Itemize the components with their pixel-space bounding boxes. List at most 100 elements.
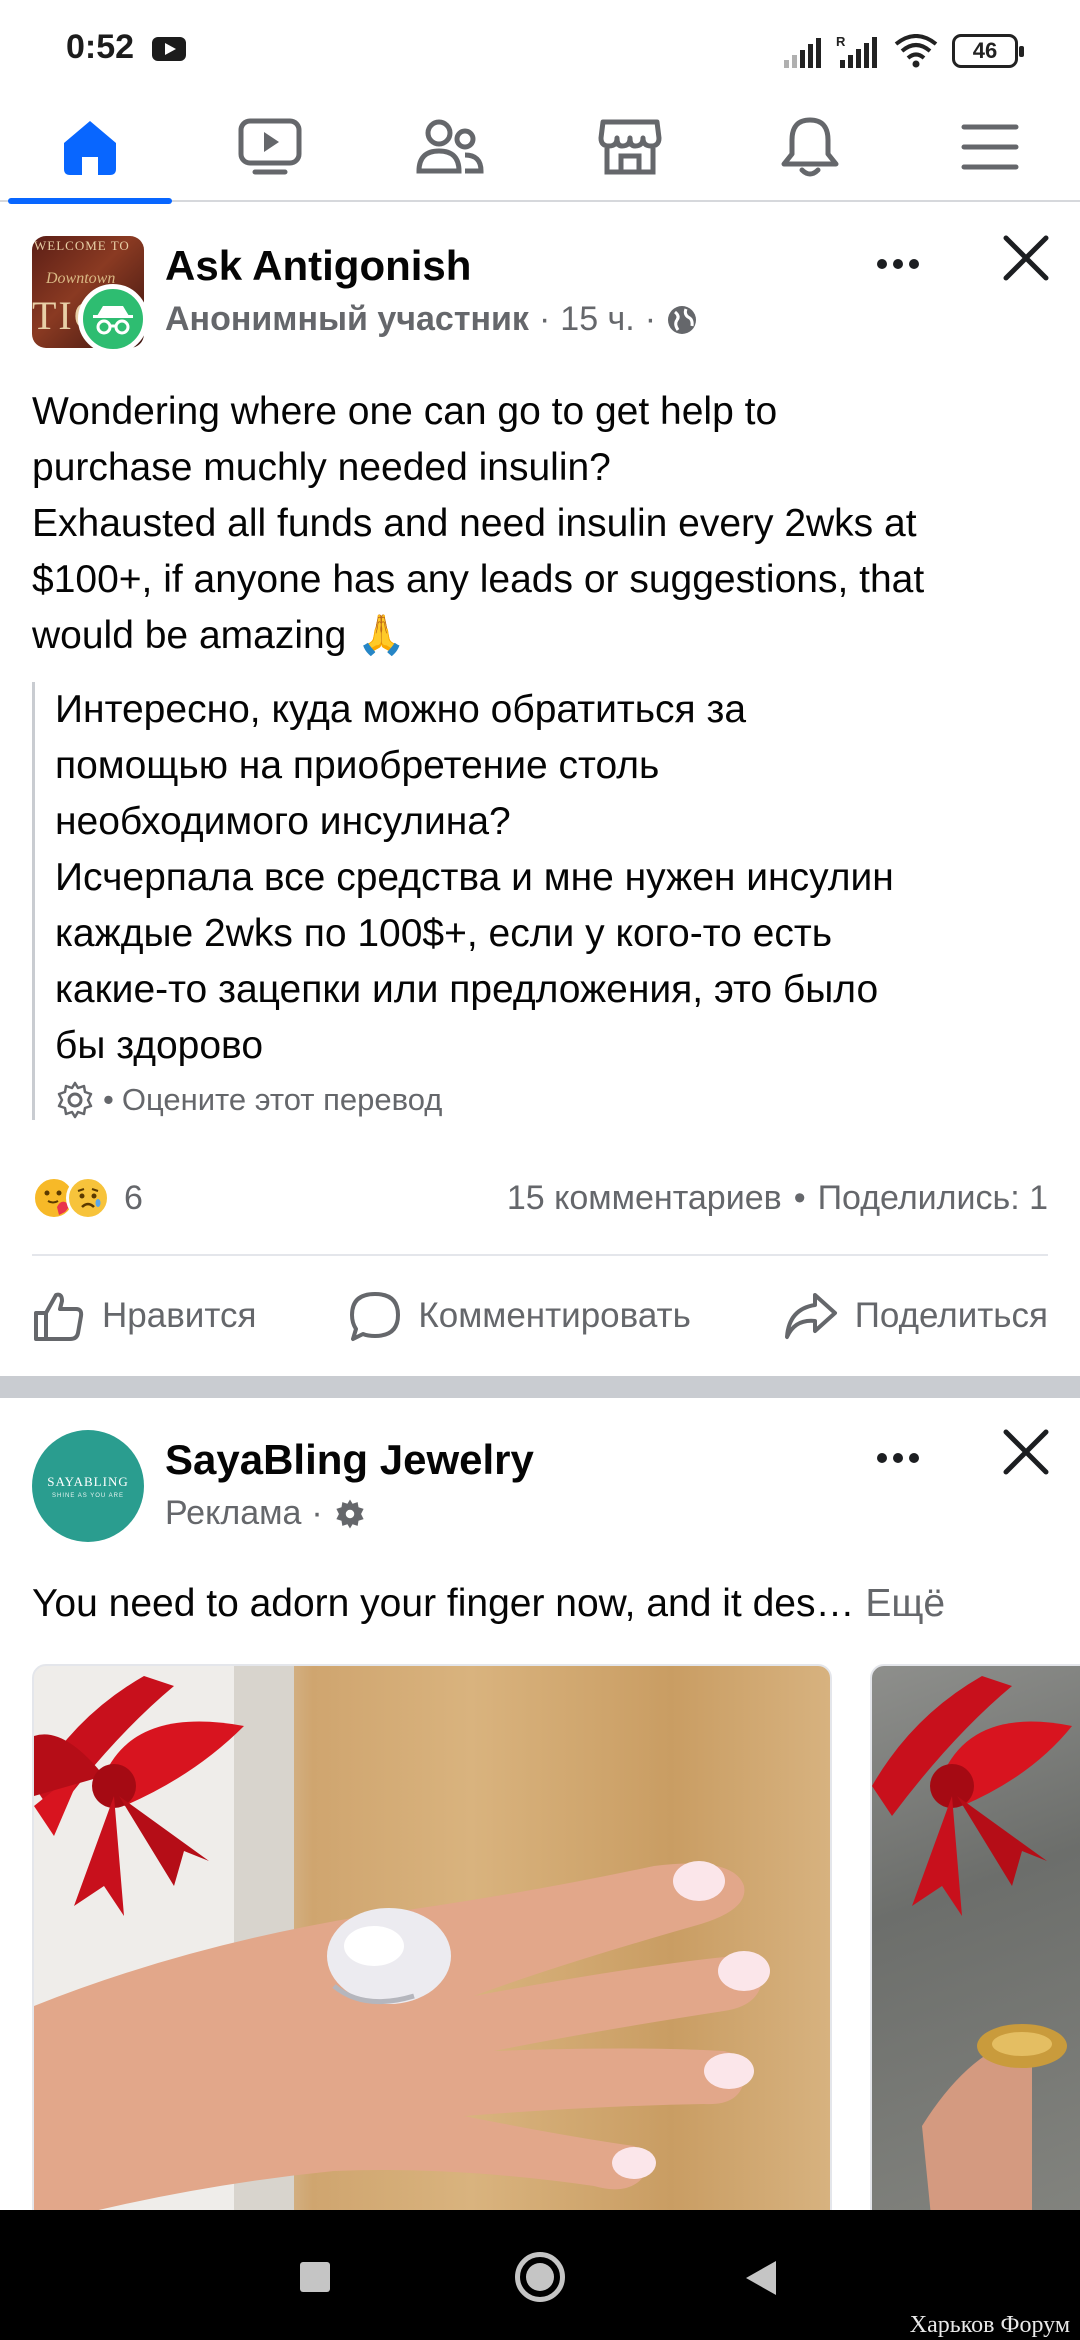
post-text-line: purchase muchly needed insulin? bbox=[32, 446, 611, 489]
see-more-link[interactable]: Ещё bbox=[865, 1582, 945, 1625]
translation-line: необходимого инсулина? bbox=[55, 800, 511, 843]
post-options-button[interactable] bbox=[868, 1438, 928, 1478]
share-button[interactable]: Поделиться bbox=[783, 1291, 1048, 1341]
battery-icon: 46 bbox=[952, 34, 1024, 68]
share-icon bbox=[784, 1293, 837, 1339]
dot bbox=[909, 259, 919, 269]
feed-post: WELCOME TO Downtown TIG Ask Antigonish А… bbox=[0, 235, 1080, 1366]
svg-text:R: R bbox=[836, 34, 846, 49]
translation-block: Интересно, куда можно обратиться за помо… bbox=[32, 682, 1052, 1120]
post-author[interactable]: Анонимный участник bbox=[165, 300, 529, 339]
feed-separator bbox=[0, 1376, 1080, 1398]
group-name[interactable]: Ask Antigonish bbox=[165, 242, 471, 290]
post-text: Wondering where one can go to get help t… bbox=[32, 384, 1052, 664]
ad-body: You need to adorn your finger now, and i… bbox=[32, 1582, 855, 1625]
dot bbox=[893, 1453, 903, 1463]
page-avatar[interactable]: SAYABLING SHINE AS YOU ARE bbox=[32, 1430, 144, 1542]
rate-bullet: • bbox=[103, 1082, 114, 1117]
gear-icon bbox=[336, 1499, 364, 1528]
like-label: Нравится bbox=[102, 1296, 257, 1335]
divider bbox=[32, 1254, 1048, 1256]
post-options-button[interactable] bbox=[868, 244, 928, 284]
ad-text: You need to adorn your finger now, and i… bbox=[32, 1582, 945, 1626]
reactions-summary: 6 15 комментариев • Поделились: 1 bbox=[32, 1168, 1048, 1228]
status-time: 0:52 bbox=[66, 28, 135, 66]
like-icon bbox=[34, 1292, 84, 1341]
video-icon bbox=[238, 118, 302, 175]
post-text-line: Wondering where one can go to get help t… bbox=[32, 390, 778, 433]
home-icon bbox=[64, 121, 116, 175]
comment-icon bbox=[350, 1292, 401, 1341]
home-button[interactable] bbox=[515, 2252, 565, 2302]
incognito-icon bbox=[93, 306, 133, 335]
youtube-icon bbox=[152, 37, 186, 61]
hide-post-button[interactable] bbox=[998, 1424, 1054, 1480]
page-name[interactable]: SayaBling Jewelry bbox=[165, 1436, 534, 1484]
carousel-card[interactable] bbox=[32, 1664, 832, 2224]
engagement-stats: 15 комментариев • Поделились: 1 bbox=[507, 1179, 1048, 1218]
product-image bbox=[34, 1666, 770, 2222]
gear-icon bbox=[57, 1081, 93, 1119]
meta-separator: · bbox=[644, 300, 657, 338]
anonymous-badge bbox=[78, 284, 148, 354]
carousel-card[interactable] bbox=[870, 1664, 1080, 2224]
nav-marketplace[interactable] bbox=[540, 92, 720, 202]
post-meta: Реклама · bbox=[165, 1494, 367, 1533]
wifi-icon bbox=[894, 34, 938, 68]
nav-menu[interactable] bbox=[900, 92, 1080, 202]
like-button[interactable]: Нравится bbox=[32, 1289, 256, 1343]
sponsored-post: SAYABLING SHINE AS YOU ARE SayaBling Jew… bbox=[0, 1429, 1080, 2224]
share-label: Поделиться bbox=[854, 1296, 1048, 1335]
nav-video[interactable] bbox=[180, 92, 360, 202]
group-avatar[interactable]: WELCOME TO Downtown TIG bbox=[32, 236, 148, 354]
shares-count[interactable]: Поделились: 1 bbox=[818, 1179, 1048, 1218]
sponsored-label[interactable]: Реклама bbox=[165, 1494, 301, 1533]
rate-translation[interactable]: • Оцените этот перевод bbox=[55, 1080, 1052, 1120]
dot bbox=[877, 259, 887, 269]
sad-reaction-icon bbox=[66, 1176, 110, 1220]
back-button[interactable] bbox=[746, 2261, 776, 2295]
translation-line: Интересно, куда можно обратиться за bbox=[55, 688, 747, 731]
translation-text: Интересно, куда можно обратиться за помо… bbox=[55, 682, 1052, 1074]
meta-separator: · bbox=[311, 1494, 323, 1532]
stats-bullet: • bbox=[793, 1178, 806, 1217]
signal-roaming-icon: R bbox=[836, 34, 877, 68]
post-actions: Нравится Комментировать Поделиться bbox=[32, 1276, 1048, 1356]
avatar-brand-text: SAYABLING bbox=[47, 1473, 129, 1489]
comment-label: Комментировать bbox=[418, 1296, 691, 1335]
post-text-line: $100+, if anyone has any leads or sugges… bbox=[32, 558, 925, 601]
post-meta: Анонимный участник · 15 ч. · bbox=[165, 300, 698, 339]
translation-line: каждые 2wks по 100$+, если у кого-то ест… bbox=[55, 912, 833, 955]
menu-icon bbox=[961, 124, 1019, 170]
nav-active-indicator bbox=[8, 198, 172, 204]
translation-line: бы здорово bbox=[55, 1024, 264, 1067]
translation-line: какие-то зацепки или предложения, это бы… bbox=[55, 968, 879, 1011]
marketplace-icon bbox=[598, 119, 662, 175]
rate-translation-label[interactable]: Оцените этот перевод bbox=[122, 1082, 443, 1118]
watermark: Харьков Форум bbox=[909, 2312, 1070, 2338]
top-nav bbox=[0, 92, 1080, 204]
notifications-icon bbox=[781, 117, 839, 177]
avatar-tagline: SHINE AS YOU ARE bbox=[52, 1492, 124, 1499]
translation-line: помощью на приобретение столь bbox=[55, 744, 660, 787]
dot bbox=[893, 259, 903, 269]
reactions[interactable]: 6 bbox=[32, 1176, 143, 1220]
dot bbox=[909, 1453, 919, 1463]
nav-notifications[interactable] bbox=[720, 92, 900, 202]
dot bbox=[877, 1453, 887, 1463]
signal-icon bbox=[784, 38, 821, 68]
post-time[interactable]: 15 ч. bbox=[560, 300, 634, 339]
hide-post-button[interactable] bbox=[998, 230, 1054, 286]
nav-friends[interactable] bbox=[360, 92, 540, 202]
post-text-line: Exhausted all funds and need insulin eve… bbox=[32, 502, 917, 545]
post-text-line: would be amazing 🙏 bbox=[32, 614, 406, 657]
globe-icon bbox=[668, 305, 697, 334]
meta-separator: · bbox=[538, 300, 551, 338]
recents-button[interactable] bbox=[300, 2262, 330, 2292]
comments-count[interactable]: 15 комментариев bbox=[507, 1179, 782, 1218]
nav-home[interactable] bbox=[0, 92, 180, 204]
comment-button[interactable]: Комментировать bbox=[348, 1289, 691, 1343]
status-bar: 0:52 R 46 bbox=[0, 0, 1080, 92]
reaction-count: 6 bbox=[124, 1178, 143, 1217]
friends-icon bbox=[416, 119, 484, 174]
